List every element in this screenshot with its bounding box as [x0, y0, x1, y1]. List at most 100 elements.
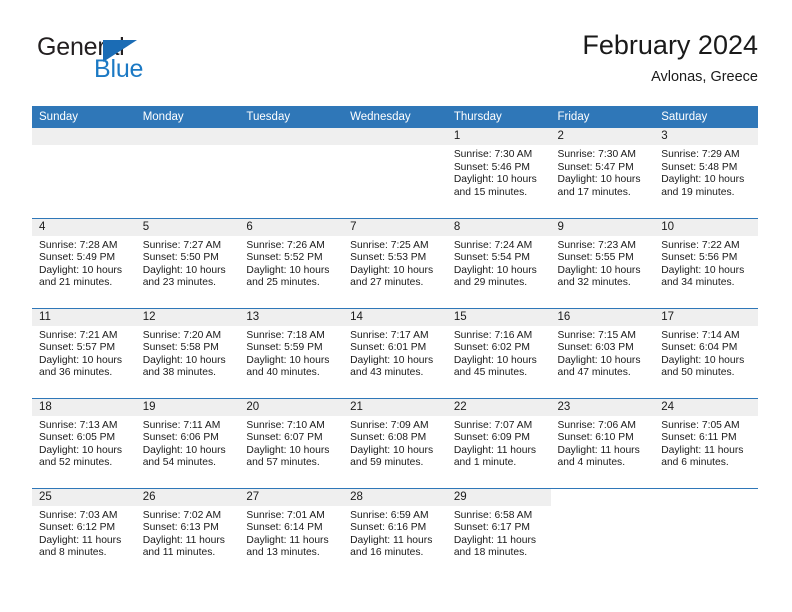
daylight-duration-line1: Daylight: 10 hours — [557, 264, 641, 276]
calendar-day-cell[interactable]: 20 Sunrise: 7:10 AM Sunset: 6:07 PM Dayligh… — [239, 397, 344, 488]
sunset-time: Sunset: 6:02 PM — [453, 342, 530, 354]
sunset-time: Sunset: 5:53 PM — [350, 252, 427, 264]
day-number: 2 — [550, 128, 655, 145]
sunrise-time: Sunrise: 7:25 AM — [350, 239, 429, 251]
daylight-duration-line1: Daylight: 11 hours — [142, 534, 225, 546]
sunrise-time: Sunrise: 7:21 AM — [39, 329, 118, 341]
calendar-day-cell[interactable]: 14 Sunrise: 7:17 AM Sunset: 6:01 PM Dayligh… — [343, 307, 447, 398]
day-details: Sunrise: 7:18 AM Sunset: 5:59 PM Daylight:… — [239, 326, 343, 380]
calendar-day-cell[interactable]: 5 Sunrise: 7:27 AM Sunset: 5:50 PM Daylight… — [135, 217, 240, 308]
day-details: Sunrise: 7:13 AM Sunset: 6:05 PM Daylight:… — [32, 416, 136, 470]
calendar-day-cell[interactable]: 23 Sunrise: 7:06 AM Sunset: 6:10 PM Dayligh… — [550, 397, 655, 488]
daylight-duration-line2: and 6 minutes. — [661, 457, 729, 469]
day-details: Sunrise: 7:01 AM Sunset: 6:14 PM Daylight:… — [239, 506, 343, 560]
daylight-duration-line2: and 27 minutes. — [350, 277, 424, 289]
day-details: Sunrise: 7:10 AM Sunset: 6:07 PM Daylight:… — [239, 416, 343, 470]
day-details: Sunrise: 7:23 AM Sunset: 5:55 PM Daylight:… — [551, 236, 655, 290]
calendar-day-cell[interactable]: 26 Sunrise: 7:02 AM Sunset: 6:13 PM Dayligh… — [135, 487, 240, 578]
daylight-duration-line2: and 15 minutes. — [453, 186, 528, 198]
calendar-day-cell[interactable]: 24 Sunrise: 7:05 AM Sunset: 6:11 PM Dayligh… — [654, 397, 758, 488]
calendar-day-cell[interactable]: 29 Sunrise: 6:58 AM Sunset: 6:17 PM Dayligh… — [446, 487, 551, 578]
sunrise-time: Sunrise: 7:28 AM — [39, 239, 118, 251]
weekday-header-sunday: Sunday — [32, 106, 136, 128]
calendar-day-cell[interactable]: 19 Sunrise: 7:11 AM Sunset: 6:06 PM Dayligh… — [135, 397, 240, 488]
sunrise-time: Sunrise: 7:11 AM — [142, 419, 221, 431]
calendar-day-cell[interactable]: 4 Sunrise: 7:28 AM Sunset: 5:49 PM Daylight… — [32, 217, 136, 308]
calendar-day-cell[interactable]: 16 Sunrise: 7:15 AM Sunset: 6:03 PM Dayligh… — [550, 307, 655, 398]
daylight-duration-line1: Daylight: 10 hours — [39, 264, 122, 276]
daylight-duration-line2: and 19 minutes. — [661, 186, 735, 198]
calendar-day-cell[interactable]: 10 Sunrise: 7:22 AM Sunset: 5:56 PM Dayligh… — [654, 217, 758, 308]
sunset-time: Sunset: 6:04 PM — [661, 342, 738, 354]
calendar-day-cell[interactable]: 3 Sunrise: 7:29 AM Sunset: 5:48 PM Daylight… — [654, 128, 758, 218]
day-details: Sunrise: 7:16 AM Sunset: 6:02 PM Daylight:… — [447, 326, 551, 380]
day-details: Sunrise: 7:22 AM Sunset: 5:56 PM Daylight:… — [654, 236, 758, 290]
daylight-duration-line1: Daylight: 10 hours — [661, 354, 745, 366]
calendar-day-cell[interactable]: 18 Sunrise: 7:13 AM Sunset: 6:05 PM Dayligh… — [32, 397, 136, 488]
daylight-duration-line2: and 50 minutes. — [661, 367, 735, 379]
day-number: 6 — [239, 218, 344, 236]
calendar-day-cell[interactable]: 7 Sunrise: 7:25 AM Sunset: 5:53 PM Daylight… — [343, 217, 447, 308]
calendar-day-cell[interactable]: 28 Sunrise: 6:59 AM Sunset: 6:16 PM Dayligh… — [343, 487, 447, 578]
day-number: 10 — [654, 218, 758, 236]
day-details: Sunrise: 7:20 AM Sunset: 5:58 PM Daylight:… — [136, 326, 240, 380]
calendar-day-cell[interactable]: 12 Sunrise: 7:20 AM Sunset: 5:58 PM Dayligh… — [135, 307, 240, 398]
sunset-time: Sunset: 5:49 PM — [39, 252, 116, 264]
weekday-header-wednesday: Wednesday — [343, 106, 447, 128]
sunrise-time: Sunrise: 7:26 AM — [246, 239, 325, 251]
daylight-duration-line2: and 11 minutes. — [142, 547, 216, 559]
sunrise-time: Sunrise: 7:16 AM — [453, 329, 533, 341]
calendar-day-cell[interactable]: 6 Sunrise: 7:26 AM Sunset: 5:52 PM Daylight… — [239, 217, 344, 308]
sunrise-time: Sunrise: 7:02 AM — [142, 509, 222, 521]
sunrise-time: Sunrise: 7:27 AM — [142, 239, 222, 251]
calendar-day-cell[interactable]: 15 Sunrise: 7:16 AM Sunset: 6:02 PM Dayligh… — [446, 307, 551, 398]
daylight-duration-line1: Daylight: 11 hours — [557, 444, 640, 456]
daylight-duration-line2: and 40 minutes. — [246, 367, 320, 379]
daylight-duration-line1: Daylight: 11 hours — [39, 534, 122, 546]
calendar-day-cell[interactable]: 2 Sunrise: 7:30 AM Sunset: 5:47 PM Daylight… — [550, 128, 655, 218]
daylight-duration-line1: Daylight: 11 hours — [350, 534, 433, 546]
calendar-day-cell-empty — [239, 128, 344, 218]
calendar-week-row: 11 Sunrise: 7:21 AM Sunset: 5:57 PM Dayligh… — [32, 307, 758, 398]
sunset-time: Sunset: 5:55 PM — [557, 252, 634, 264]
sunrise-time: Sunrise: 7:06 AM — [557, 419, 636, 431]
calendar-day-cell[interactable]: 22 Sunrise: 7:07 AM Sunset: 6:09 PM Dayligh… — [446, 397, 551, 488]
day-details: Sunrise: 7:30 AM Sunset: 5:47 PM Daylight:… — [551, 145, 655, 199]
day-details: Sunrise: 7:26 AM Sunset: 5:52 PM Daylight:… — [239, 236, 343, 290]
calendar-day-cell[interactable]: 8 Sunrise: 7:24 AM Sunset: 5:54 PM Daylight… — [446, 217, 551, 308]
sunrise-time: Sunrise: 7:10 AM — [246, 419, 325, 431]
calendar-day-cell[interactable]: 1 Sunrise: 7:30 AM Sunset: 5:46 PM Daylight… — [446, 128, 551, 218]
daylight-duration-line2: and 47 minutes. — [557, 367, 631, 379]
day-number: 17 — [654, 308, 758, 326]
calendar-week-row: 4 Sunrise: 7:28 AM Sunset: 5:49 PM Daylight… — [32, 217, 758, 308]
sunrise-time: Sunrise: 7:29 AM — [661, 149, 740, 160]
calendar-day-cell[interactable]: 27 Sunrise: 7:01 AM Sunset: 6:14 PM Dayligh… — [239, 487, 344, 578]
weekday-header-monday: Monday — [135, 106, 240, 128]
daylight-duration-line1: Daylight: 10 hours — [142, 444, 226, 456]
daylight-duration-line1: Daylight: 11 hours — [246, 534, 329, 546]
day-details: Sunrise: 7:24 AM Sunset: 5:54 PM Daylight:… — [447, 236, 551, 290]
calendar-day-cell[interactable]: 11 Sunrise: 7:21 AM Sunset: 5:57 PM Dayligh… — [32, 307, 136, 398]
daylight-duration-line2: and 21 minutes. — [39, 277, 113, 289]
weekday-header-friday: Friday — [550, 106, 655, 128]
sunset-time: Sunset: 6:10 PM — [557, 432, 634, 444]
calendar-day-cell-empty — [32, 128, 136, 218]
day-number — [550, 488, 655, 506]
day-number — [32, 128, 136, 145]
calendar-day-cell[interactable]: 21 Sunrise: 7:09 AM Sunset: 6:08 PM Dayligh… — [343, 397, 447, 488]
sunset-time: Sunset: 6:03 PM — [557, 342, 634, 354]
daylight-duration-line2: and 29 minutes. — [453, 277, 528, 289]
sunset-time: Sunset: 6:16 PM — [350, 522, 427, 534]
day-details: Sunrise: 7:02 AM Sunset: 6:13 PM Daylight:… — [136, 506, 240, 560]
day-number: 18 — [32, 398, 136, 416]
day-number: 14 — [343, 308, 447, 326]
sunset-time: Sunset: 6:14 PM — [246, 522, 323, 534]
daylight-duration-line1: Daylight: 11 hours — [453, 444, 537, 456]
day-details: Sunrise: 7:05 AM Sunset: 6:11 PM Daylight:… — [654, 416, 758, 470]
brand-logo[interactable]: General Blue — [37, 32, 217, 94]
daylight-duration-line2: and 43 minutes. — [350, 367, 424, 379]
calendar-day-cell[interactable]: 25 Sunrise: 7:03 AM Sunset: 6:12 PM Dayligh… — [32, 487, 136, 578]
calendar-day-cell[interactable]: 17 Sunrise: 7:14 AM Sunset: 6:04 PM Dayligh… — [654, 307, 758, 398]
calendar-day-cell[interactable]: 13 Sunrise: 7:18 AM Sunset: 5:59 PM Dayligh… — [239, 307, 344, 398]
calendar-day-cell[interactable]: 9 Sunrise: 7:23 AM Sunset: 5:55 PM Daylight… — [550, 217, 655, 308]
